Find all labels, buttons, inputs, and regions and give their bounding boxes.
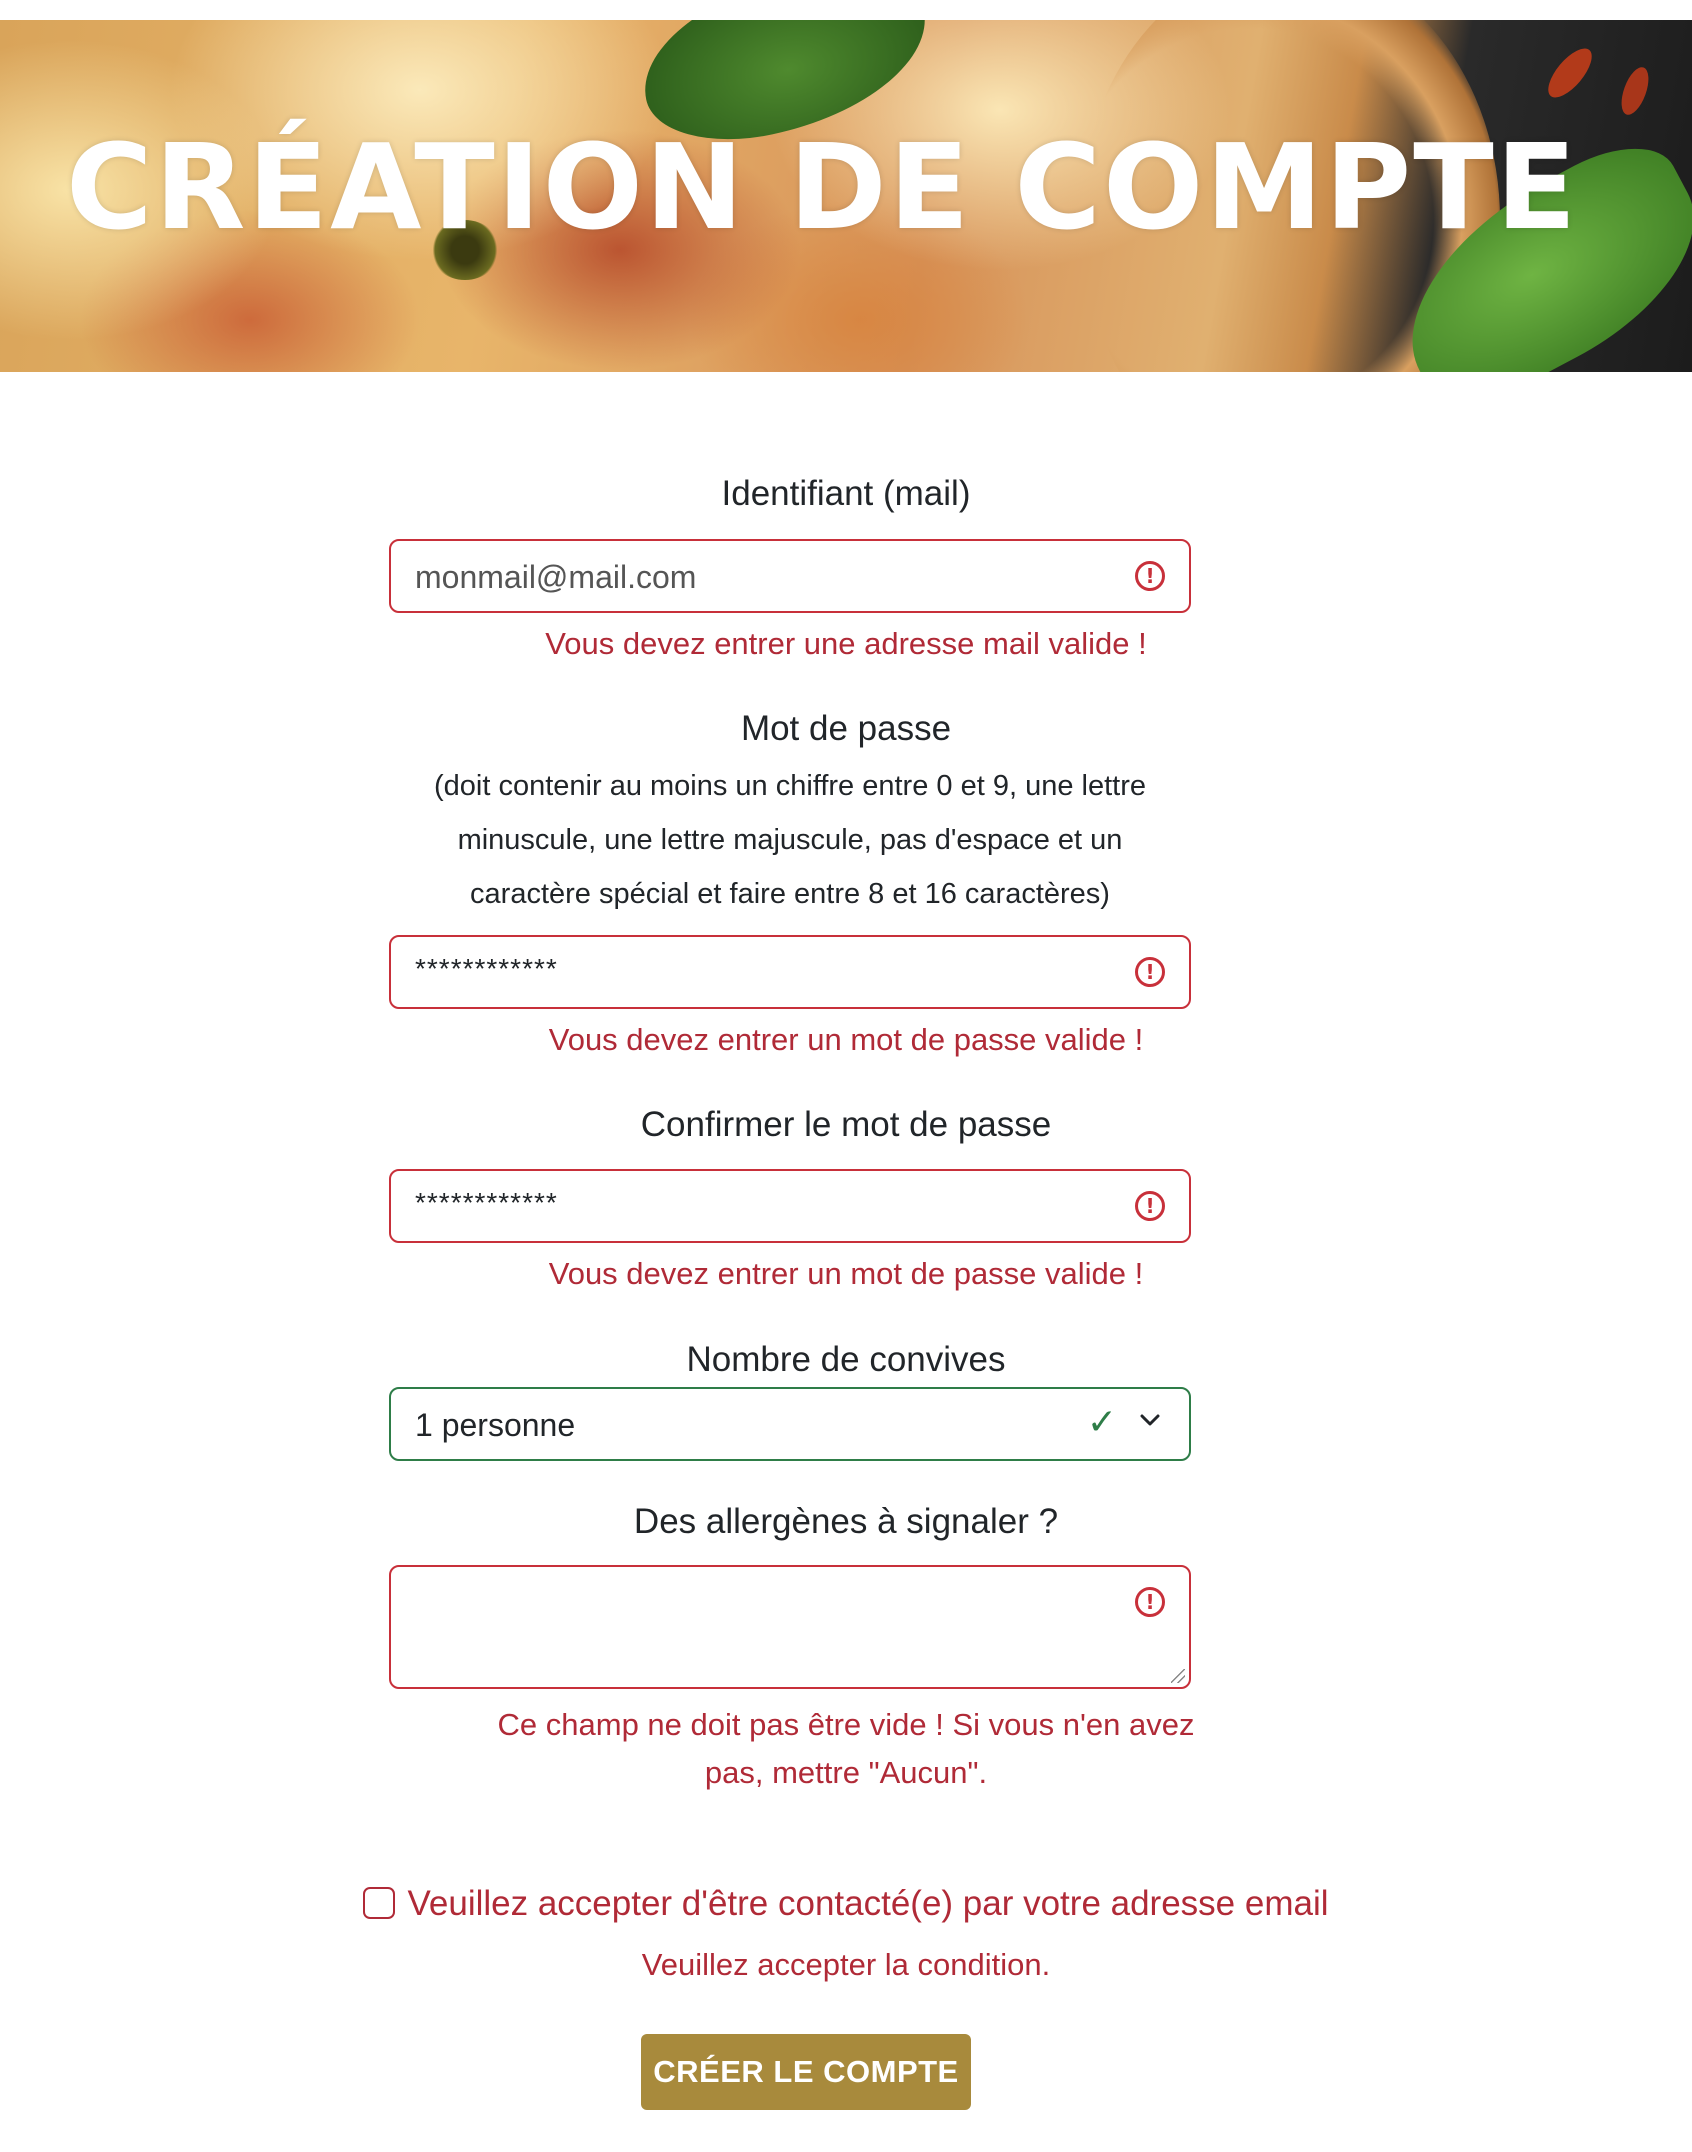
password-error: Vous devez entrer un mot de passe valide… bbox=[548, 1022, 1144, 1057]
password-label: Mot de passe bbox=[740, 709, 952, 748]
consent-checkbox[interactable] bbox=[363, 1887, 396, 1919]
allergens-error-line: Ce champ ne doit pas être vide ! Si vous… bbox=[497, 1707, 1195, 1742]
consent-error: Veuillez accepter la condition. bbox=[641, 1947, 1051, 1982]
guests-select[interactable]: 1 personne ✓ bbox=[389, 1387, 1191, 1461]
alert-icon: ! bbox=[1135, 1587, 1165, 1617]
alert-icon: ! bbox=[1135, 957, 1165, 987]
password-value: ************ bbox=[415, 953, 558, 984]
resize-handle[interactable] bbox=[1171, 1669, 1185, 1683]
alert-icon: ! bbox=[1135, 1191, 1165, 1221]
page-title: CRÉATION DE COMPTE bbox=[66, 118, 1579, 256]
email-error: Vous devez entrer une adresse mail valid… bbox=[545, 626, 1147, 661]
allergens-label: Des allergènes à signaler ? bbox=[633, 1502, 1059, 1541]
guests-label: Nombre de convives bbox=[686, 1340, 1006, 1379]
confirm-password-label: Confirmer le mot de passe bbox=[640, 1105, 1052, 1144]
allergens-error-line: pas, mettre "Aucun". bbox=[704, 1755, 988, 1790]
allergens-error: Ce champ ne doit pas être vide ! Si vous… bbox=[0, 1701, 1692, 1797]
hero-banner: CRÉATION DE COMPTE bbox=[0, 20, 1692, 372]
confirm-password-field[interactable]: ************ ! bbox=[389, 1169, 1191, 1243]
guests-selected-value: 1 personne bbox=[415, 1407, 576, 1443]
create-account-button[interactable]: CRÉER LE COMPTE bbox=[641, 2034, 971, 2110]
password-help-line: minuscule, une lettre majuscule, pas d'e… bbox=[457, 824, 1123, 856]
password-help-line: caractère spécial et faire entre 8 et 16… bbox=[470, 878, 1110, 910]
check-icon: ✓ bbox=[1086, 1402, 1118, 1443]
allergens-textarea[interactable]: ! bbox=[389, 1565, 1191, 1689]
confirm-password-value: ************ bbox=[415, 1187, 558, 1218]
password-help-line: (doit contenir au moins un chiffre entre… bbox=[434, 770, 1146, 802]
email-label: Identifiant (mail) bbox=[721, 474, 971, 513]
password-field[interactable]: ************ ! bbox=[389, 935, 1191, 1009]
consent-label[interactable]: Veuillez accepter d'être contacté(e) par… bbox=[407, 1884, 1328, 1923]
alert-icon: ! bbox=[1135, 561, 1165, 591]
confirm-password-error: Vous devez entrer un mot de passe valide… bbox=[548, 1256, 1144, 1291]
email-field[interactable]: monmail@mail.com ! bbox=[389, 539, 1191, 613]
chevron-down-icon bbox=[1140, 1414, 1160, 1426]
chili-decoration bbox=[1616, 63, 1654, 119]
consent-row: Veuillez accepter d'être contacté(e) par… bbox=[0, 1884, 1692, 1924]
chili-decoration bbox=[1540, 41, 1600, 105]
email-value: monmail@mail.com bbox=[415, 559, 697, 595]
password-help: (doit contenir au moins un chiffre entre… bbox=[400, 759, 1180, 921]
